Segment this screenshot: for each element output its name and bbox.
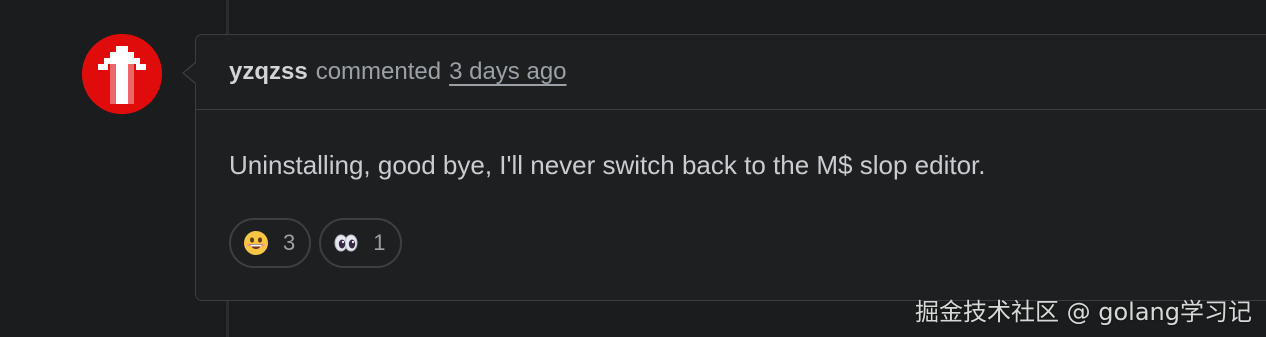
reactions: 3 1 [229, 218, 402, 268]
eyes-icon [333, 230, 359, 256]
comment-action: commented [315, 58, 442, 85]
comment-body: Uninstalling, good bye, I'll never switc… [229, 150, 986, 180]
arrow-up-icon [82, 34, 162, 114]
grinning-face-icon [243, 230, 269, 256]
avatar[interactable] [82, 34, 162, 114]
reaction-count: 3 [283, 230, 296, 255]
watermark: 掘金技术社区 @ golang学习记 [915, 298, 1252, 326]
reaction-grinning[interactable]: 3 [229, 218, 312, 268]
reaction-count: 1 [373, 230, 386, 255]
comment-header: yzqzss commented 3 days ago [196, 35, 1266, 110]
reaction-eyes[interactable]: 1 [319, 218, 402, 268]
comment-card: yzqzss commented 3 days ago Uninstalling… [195, 34, 1266, 301]
card-pointer-inner [184, 63, 196, 83]
page: yzqzss commented 3 days ago Uninstalling… [0, 0, 1266, 337]
timestamp-link[interactable]: 3 days ago [449, 58, 566, 86]
author-link[interactable]: yzqzss [229, 58, 308, 86]
